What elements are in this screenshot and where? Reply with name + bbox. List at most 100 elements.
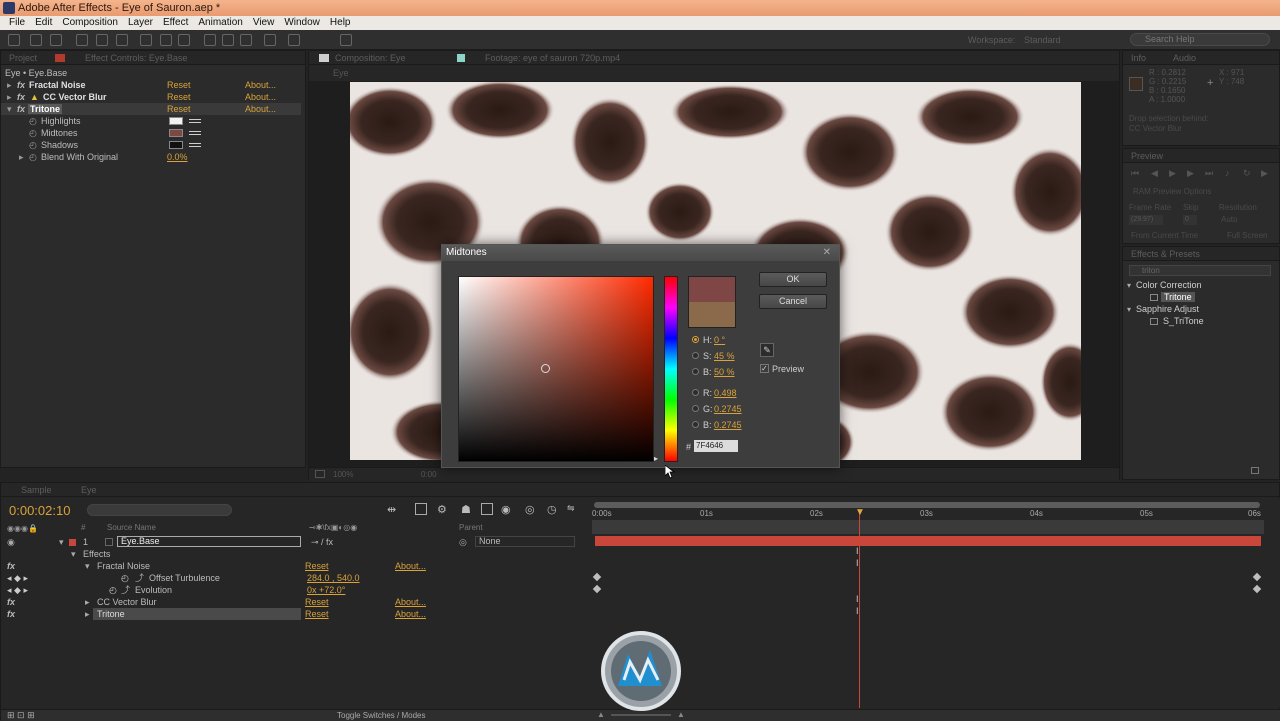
collapse-arrow-icon[interactable]: ▾ (1127, 281, 1131, 290)
clone-stamp-tool-icon[interactable] (222, 34, 234, 46)
tab-preview[interactable]: Preview (1131, 151, 1163, 161)
eyedropper-icon[interactable] (189, 141, 201, 149)
green-radio[interactable] (692, 405, 699, 412)
menu-help[interactable]: Help (325, 16, 356, 30)
next-frame-icon[interactable]: ▶ (1187, 168, 1194, 179)
color-field-cursor[interactable] (541, 364, 550, 373)
hue-radio[interactable] (692, 336, 699, 343)
pen-tool-icon[interactable] (160, 34, 172, 46)
pan-behind-tool-icon[interactable] (116, 34, 128, 46)
keyframe-end[interactable] (1252, 572, 1262, 582)
search-help-input[interactable]: Search Help (1130, 33, 1270, 46)
footer-icons[interactable]: ⊞ ⊡ ⊞ (7, 710, 35, 721)
tab-composition-eye[interactable]: Composition: Eye (335, 53, 406, 63)
category-color-correction[interactable]: Color Correction (1136, 280, 1202, 290)
midtones-color-swatch[interactable] (169, 129, 183, 137)
collapse-arrow-icon[interactable]: ▾ (1127, 305, 1131, 314)
stopwatch-icon[interactable]: ◴ (29, 115, 37, 127)
offset-turbulence-value[interactable]: 284.0 , 540.0 (307, 572, 360, 584)
layer-switches-icons[interactable]: ⊸ / fx (311, 536, 333, 548)
rotation-tool-icon[interactable] (76, 34, 88, 46)
tab-info[interactable]: Info (1131, 53, 1146, 63)
brightness-value[interactable]: 50 % (714, 367, 735, 377)
selection-tool-icon[interactable] (8, 34, 20, 46)
reset-link[interactable]: Reset (305, 608, 329, 620)
eraser-tool-icon[interactable] (240, 34, 252, 46)
effect-item-s-tritone[interactable]: S_TriTone (1163, 316, 1204, 326)
effect-row-tritone[interactable]: ▾ fx Tritone Reset About... (1, 103, 301, 115)
tab-effects-presets[interactable]: Effects & Presets (1131, 249, 1200, 259)
snapping-icon[interactable] (340, 34, 352, 46)
about-link[interactable]: About... (395, 596, 426, 608)
skip-input[interactable]: 0 (1183, 215, 1197, 225)
hide-shy-layers-icon[interactable]: ☗ (461, 503, 471, 516)
green-value[interactable]: 0.2745 (714, 404, 742, 414)
keyframe-start[interactable] (592, 584, 602, 594)
layer-name[interactable]: Eye.Base (117, 536, 301, 547)
hand-tool-icon[interactable] (30, 34, 42, 46)
timeline-graph-area[interactable]: ▼ I I I I (592, 498, 1280, 708)
timeline-zoom-slider[interactable] (611, 714, 671, 716)
keyframe-start[interactable] (592, 572, 602, 582)
graph-icon[interactable]: ⤴ (135, 572, 144, 584)
collapse-arrow-icon[interactable]: ▾ (59, 536, 64, 548)
about-link[interactable]: About... (395, 608, 426, 620)
menu-edit[interactable]: Edit (30, 16, 57, 30)
current-time-indicator[interactable] (859, 512, 860, 708)
close-icon[interactable]: ✕ (823, 247, 831, 258)
category-sapphire-adjust[interactable]: Sapphire Adjust (1136, 304, 1199, 314)
brainstorm-icon[interactable]: ◷ (547, 503, 557, 516)
resolution-dropdown[interactable]: Auto (1221, 215, 1237, 224)
brush-tool-icon[interactable] (204, 34, 216, 46)
ram-preview-options-dropdown[interactable]: RAM Preview Options (1133, 187, 1211, 196)
effect-row-fractal-noise[interactable]: ▸ fx Fractal Noise Reset About... (1, 79, 301, 91)
reset-link[interactable]: Reset (305, 596, 329, 608)
fx-icon[interactable]: fx (7, 596, 15, 608)
current-time-readout[interactable]: 0:00 (421, 470, 437, 479)
about-link[interactable]: About... (245, 91, 276, 103)
collapse-arrow-icon[interactable]: ▾ (7, 103, 12, 115)
brightness-radio[interactable] (692, 368, 699, 375)
menu-effect[interactable]: Effect (158, 16, 193, 30)
tab-audio[interactable]: Audio (1173, 53, 1196, 63)
graph-editor-icon[interactable]: ◎ (525, 503, 535, 516)
tab-eye[interactable]: Eye (81, 485, 97, 495)
time-ruler[interactable] (592, 520, 1264, 534)
blue-value[interactable]: 0.2745 (714, 420, 742, 430)
hue-slider-arrow-icon[interactable]: ▸ (654, 454, 658, 463)
reset-link[interactable]: Reset (167, 79, 191, 91)
graph-icon[interactable]: ⤴ (121, 584, 130, 596)
preview-checkbox[interactable]: ✓ (760, 364, 769, 373)
rectangle-tool-icon[interactable] (140, 34, 152, 46)
keyframe-nav-icon[interactable]: ◂ ◆ ▸ (7, 572, 28, 584)
magnification-dropdown[interactable]: 100% (333, 470, 353, 479)
about-link[interactable]: About... (245, 79, 276, 91)
loop-icon[interactable]: ↻ (1243, 168, 1251, 179)
stopwatch-icon[interactable]: ◴ (29, 139, 37, 151)
menu-layer[interactable]: Layer (123, 16, 158, 30)
work-area-bar[interactable] (594, 502, 1260, 508)
collapse-arrow-icon[interactable]: ▾ (85, 560, 90, 572)
live-update-icon[interactable] (415, 503, 427, 515)
fx-icon[interactable]: fx (17, 103, 25, 115)
saturation-value[interactable]: 45 % (714, 351, 735, 361)
keyframe-nav-icon[interactable]: ◂ ◆ ▸ (7, 584, 28, 596)
timeline-options-icon[interactable]: ⇋ (567, 503, 575, 514)
zoom-tool-icon[interactable] (50, 34, 62, 46)
first-frame-icon[interactable]: ⏮ (1131, 168, 1139, 179)
workspace-dropdown[interactable]: Standard (1024, 35, 1061, 45)
stopwatch-icon[interactable]: ◴ (109, 584, 117, 596)
audio-icon[interactable]: ♪ (1225, 168, 1230, 178)
layer-duration-bar[interactable] (595, 536, 1261, 546)
about-link[interactable]: About... (245, 103, 276, 115)
timeline-row-evolution[interactable]: ◂ ◆ ▸ ◴ ⤴ Evolution 0x +72.0° (1, 584, 593, 596)
menu-animation[interactable]: Animation (193, 16, 247, 30)
reset-link[interactable]: Reset (167, 103, 191, 115)
previous-frame-icon[interactable]: ◀ (1151, 168, 1158, 179)
tab-effect-controls[interactable]: Effect Controls: Eye.Base (85, 53, 187, 63)
parent-dropdown[interactable]: None (475, 536, 575, 547)
about-link[interactable]: About... (395, 560, 426, 572)
frame-rate-dropdown[interactable]: (29.97) (1129, 215, 1163, 225)
expand-arrow-icon[interactable]: ▸ (85, 596, 90, 608)
last-frame-icon[interactable]: ⏭ (1205, 168, 1213, 179)
